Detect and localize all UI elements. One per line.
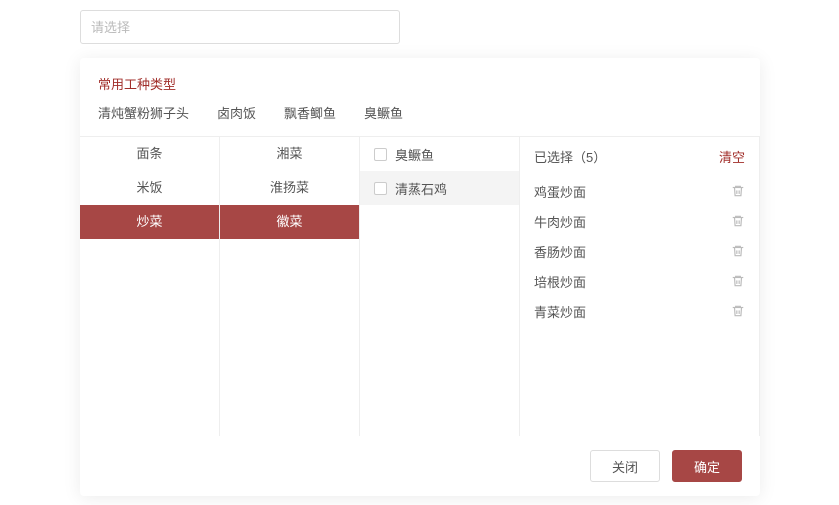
- checkbox[interactable]: [374, 182, 387, 195]
- trash-icon[interactable]: [731, 274, 745, 288]
- column-1: 面条米饭炒菜: [80, 137, 220, 436]
- checkbox[interactable]: [374, 148, 387, 161]
- close-button[interactable]: 关闭: [590, 450, 660, 482]
- selected-item: 鸡蛋炒面: [534, 176, 745, 206]
- cascader-item[interactable]: 炒菜: [80, 205, 219, 239]
- cascader-body: 面条米饭炒菜 湘菜淮扬菜徽菜 臭鳜鱼清蒸石鸡 已选择（5） 清空 鸡蛋炒面牛肉炒…: [80, 136, 760, 436]
- column-3: 臭鳜鱼清蒸石鸡: [360, 137, 520, 436]
- cascader-leaf-label: 臭鳜鱼: [395, 145, 434, 164]
- selected-list: 鸡蛋炒面牛肉炒面香肠炒面培根炒面青菜炒面: [534, 176, 745, 326]
- cascader-panel: 常用工种类型 清炖蟹粉狮子头卤肉饭飘香鲫鱼臭鳜鱼 面条米饭炒菜 湘菜淮扬菜徽菜 …: [80, 58, 760, 496]
- selected-item-label: 培根炒面: [534, 272, 586, 291]
- column-2: 湘菜淮扬菜徽菜: [220, 137, 360, 436]
- section-title: 常用工种类型: [98, 74, 742, 93]
- selected-item: 香肠炒面: [534, 236, 745, 266]
- trash-icon[interactable]: [731, 184, 745, 198]
- selected-prefix: 已选择（: [534, 150, 586, 165]
- clear-button[interactable]: 清空: [719, 147, 745, 166]
- trash-icon[interactable]: [731, 244, 745, 258]
- selected-item: 牛肉炒面: [534, 206, 745, 236]
- selected-header: 已选择（5） 清空: [534, 147, 745, 166]
- common-tag[interactable]: 臭鳜鱼: [364, 103, 403, 122]
- trash-icon[interactable]: [731, 304, 745, 318]
- confirm-button[interactable]: 确定: [672, 450, 742, 482]
- selected-count: 已选择（5）: [534, 147, 606, 166]
- cascader-leaf[interactable]: 臭鳜鱼: [360, 137, 519, 171]
- cascader-item[interactable]: 湘菜: [220, 137, 359, 171]
- selected-item-label: 香肠炒面: [534, 242, 586, 261]
- selected-item-label: 青菜炒面: [534, 302, 586, 321]
- trash-icon[interactable]: [731, 214, 745, 228]
- footer: 关闭 确定: [98, 436, 742, 482]
- common-tag[interactable]: 清炖蟹粉狮子头: [98, 103, 189, 122]
- selected-item: 青菜炒面: [534, 296, 745, 326]
- selected-item-label: 鸡蛋炒面: [534, 182, 586, 201]
- common-tags: 清炖蟹粉狮子头 卤肉饭 飘香鲫鱼 臭鳜鱼: [98, 103, 742, 136]
- selected-item: 培根炒面: [534, 266, 745, 296]
- cascader-item[interactable]: 徽菜: [220, 205, 359, 239]
- common-tag[interactable]: 卤肉饭: [217, 103, 256, 122]
- cascader-leaf-label: 清蒸石鸡: [395, 179, 447, 198]
- cascader-leaf[interactable]: 清蒸石鸡: [360, 171, 519, 205]
- selected-suffix: ）: [593, 150, 606, 165]
- cascader-item[interactable]: 面条: [80, 137, 219, 171]
- cascader-item[interactable]: 米饭: [80, 171, 219, 205]
- common-tag[interactable]: 飘香鲫鱼: [284, 103, 336, 122]
- select-input[interactable]: 请选择: [80, 10, 400, 44]
- selected-item-label: 牛肉炒面: [534, 212, 586, 231]
- cascader-item[interactable]: 淮扬菜: [220, 171, 359, 205]
- selected-panel: 已选择（5） 清空 鸡蛋炒面牛肉炒面香肠炒面培根炒面青菜炒面: [520, 137, 760, 436]
